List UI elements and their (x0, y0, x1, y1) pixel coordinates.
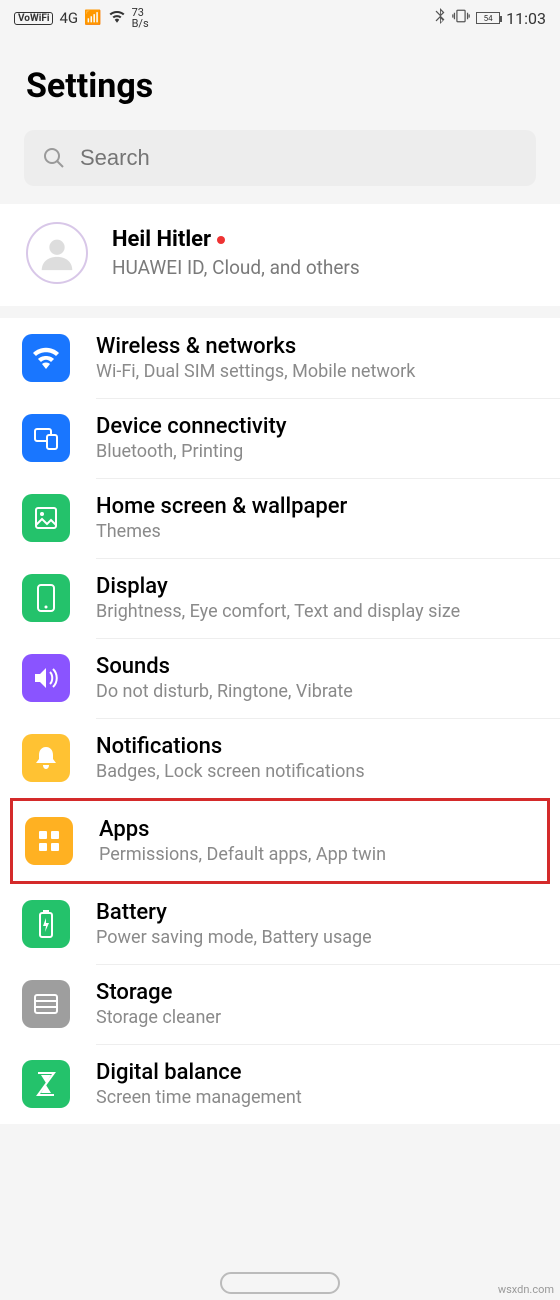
row-apps[interactable]: Apps Permissions, Default apps, App twin (13, 801, 547, 881)
bell-icon (22, 734, 70, 782)
search-bar[interactable] (24, 130, 536, 186)
row-subtitle: Screen time management (96, 1087, 302, 1108)
signal-icon: 📶 (84, 10, 101, 26)
row-title: Sounds (96, 654, 353, 679)
row-subtitle: Do not disturb, Ringtone, Vibrate (96, 681, 353, 702)
row-subtitle: Themes (96, 521, 347, 542)
profile-subtitle: HUAWEI ID, Cloud, and others (112, 256, 360, 279)
row-subtitle: Permissions, Default apps, App twin (99, 844, 386, 865)
apps-icon (25, 817, 73, 865)
row-title: Battery (96, 900, 372, 925)
row-title: Display (96, 574, 460, 599)
row-digital-balance[interactable]: Digital balance Screen time management (0, 1044, 560, 1124)
status-bar: VoWiFi 4G 📶 73 B/s 54 11:03 (0, 0, 560, 36)
page-header: Settings (0, 36, 560, 130)
search-icon (42, 146, 66, 170)
devices-icon (22, 414, 70, 462)
row-subtitle: Power saving mode, Battery usage (96, 927, 372, 948)
row-title: Home screen & wallpaper (96, 494, 347, 519)
search-input[interactable] (80, 145, 518, 171)
row-title: Storage (96, 980, 221, 1005)
user-icon (36, 232, 78, 274)
row-device-connectivity[interactable]: Device connectivity Bluetooth, Printing (0, 398, 560, 478)
data-speed: 73 B/s (132, 7, 149, 29)
apps-highlight-box: Apps Permissions, Default apps, App twin (10, 798, 550, 884)
wallpaper-icon (22, 494, 70, 542)
row-sounds[interactable]: Sounds Do not disturb, Ringtone, Vibrate (0, 638, 560, 718)
row-notifications[interactable]: Notifications Badges, Lock screen notifi… (0, 718, 560, 798)
vowifi-badge: VoWiFi (14, 12, 53, 25)
nav-pill[interactable] (220, 1272, 340, 1294)
avatar (26, 222, 88, 284)
row-title: Digital balance (96, 1060, 302, 1085)
notification-dot-icon (217, 236, 225, 244)
bluetooth-icon (434, 8, 446, 28)
status-left: VoWiFi 4G 📶 73 B/s (14, 7, 149, 29)
row-title: Wireless & networks (96, 334, 415, 359)
row-subtitle: Badges, Lock screen notifications (96, 761, 365, 782)
storage-icon (22, 980, 70, 1028)
battery-indicator: 54 (476, 12, 500, 24)
wifi-icon (108, 9, 126, 27)
status-right: 54 11:03 (434, 8, 546, 28)
row-battery[interactable]: Battery Power saving mode, Battery usage (0, 884, 560, 964)
profile-row[interactable]: Heil Hitler HUAWEI ID, Cloud, and others (0, 204, 560, 306)
row-subtitle: Storage cleaner (96, 1007, 221, 1028)
battery-icon (22, 900, 70, 948)
sound-icon (22, 654, 70, 702)
row-wireless-networks[interactable]: Wireless & networks Wi-Fi, Dual SIM sett… (0, 318, 560, 398)
vibrate-icon (452, 8, 470, 28)
row-home-wallpaper[interactable]: Home screen & wallpaper Themes (0, 478, 560, 558)
row-title: Apps (99, 817, 386, 842)
row-display[interactable]: Display Brightness, Eye comfort, Text an… (0, 558, 560, 638)
profile-text: Heil Hitler HUAWEI ID, Cloud, and others (112, 227, 360, 279)
network-4g-label: 4G (59, 9, 78, 27)
row-storage[interactable]: Storage Storage cleaner (0, 964, 560, 1044)
row-title: Device connectivity (96, 414, 287, 439)
balance-icon (22, 1060, 70, 1108)
row-subtitle: Brightness, Eye comfort, Text and displa… (96, 601, 460, 622)
page-title: Settings (26, 66, 534, 106)
settings-list: Wireless & networks Wi-Fi, Dual SIM sett… (0, 318, 560, 1124)
clock: 11:03 (506, 9, 546, 28)
watermark: wsxdn.com (498, 1283, 554, 1296)
wifi-icon (22, 334, 70, 382)
row-title: Notifications (96, 734, 365, 759)
display-icon (22, 574, 70, 622)
profile-name: Heil Hitler (112, 227, 211, 252)
row-subtitle: Wi-Fi, Dual SIM settings, Mobile network (96, 361, 415, 382)
row-subtitle: Bluetooth, Printing (96, 441, 287, 462)
